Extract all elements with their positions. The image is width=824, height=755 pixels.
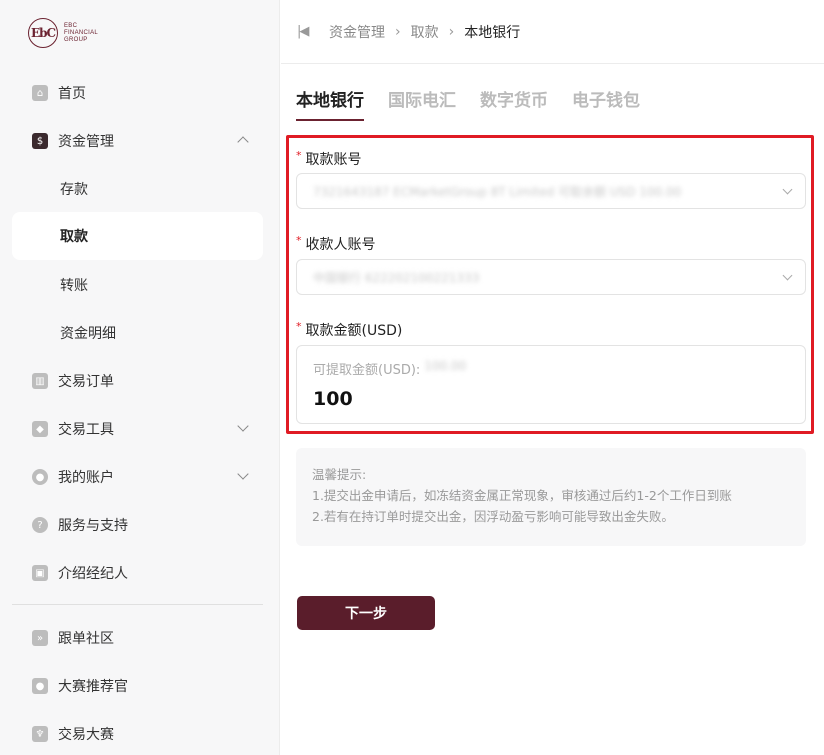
breadcrumb-funds[interactable]: 资金管理 bbox=[329, 22, 385, 42]
withdraw-account-label: * 取款账号 bbox=[296, 149, 362, 169]
tips-line-1: 1.提交出金申请后，如冻结资金属正常现象，审核通过后约1-2个工作日到账 bbox=[312, 488, 732, 503]
sidebar-item-label: 资金管理 bbox=[58, 134, 114, 150]
sidebar: EbC EBC FINANCIAL GROUP ⌂ 首页 $ 资金管理 存款 取… bbox=[0, 0, 280, 755]
chevron-right-icon: › bbox=[448, 23, 455, 40]
withdraw-account-value: 7321643187 ECMarketGroup 8T Limited 可取余额… bbox=[313, 184, 682, 199]
user-icon: ● bbox=[32, 469, 48, 485]
logo-line-1: EBC bbox=[64, 22, 78, 29]
available-amount: 可提取金额(USD): 100.00 bbox=[313, 359, 466, 378]
sidebar-item-home[interactable]: ⌂ 首页 bbox=[12, 70, 263, 116]
required-marker: * bbox=[296, 320, 302, 333]
sidebar-item-label: 首页 bbox=[58, 86, 86, 102]
home-icon: ⌂ bbox=[32, 85, 48, 101]
sidebar-subitem-withdraw[interactable]: 取款 bbox=[12, 212, 263, 260]
label-text: 取款金额(USD) bbox=[305, 323, 403, 339]
sidebar-item-support[interactable]: ? 服务与支持 bbox=[12, 502, 263, 548]
sidebar-item-label: 交易大赛 bbox=[58, 727, 114, 743]
forward-icon: » bbox=[32, 630, 48, 646]
sidebar-item-label: 大赛推荐官 bbox=[58, 679, 128, 695]
required-marker: * bbox=[296, 234, 302, 247]
sidebar-item-label: 我的账户 bbox=[58, 470, 114, 486]
sidebar-item-tools[interactable]: ◆ 交易工具 bbox=[12, 406, 263, 452]
sidebar-subitem-deposit[interactable]: 存款 bbox=[12, 165, 263, 213]
tips-title: 温馨提示: bbox=[312, 467, 367, 482]
payee-account-select[interactable]: 中国银行 622202100221333 bbox=[296, 259, 806, 295]
available-value: 100.00 bbox=[424, 359, 467, 373]
tips-line-2: 2.若有在持订单时提交出金，因浮动盈亏影响可能导致出金失败。 bbox=[312, 509, 674, 524]
chart-icon: ▥ bbox=[32, 373, 48, 389]
label-text: 取款账号 bbox=[305, 152, 362, 168]
sidebar-item-label: 介绍经纪人 bbox=[58, 566, 128, 582]
available-label: 可提取金额(USD): bbox=[313, 363, 421, 378]
help-icon: ? bbox=[32, 517, 48, 533]
sidebar-item-contest-recommender[interactable]: ● 大赛推荐官 bbox=[12, 663, 263, 709]
tab-local-bank[interactable]: 本地银行 bbox=[296, 86, 364, 121]
sidebar-item-label: 跟单社区 bbox=[58, 631, 114, 647]
sidebar-item-label: 转账 bbox=[60, 278, 88, 294]
id-card-icon: ▣ bbox=[32, 565, 48, 581]
amount-label: * 取款金额(USD) bbox=[296, 320, 402, 340]
amount-input[interactable] bbox=[313, 388, 783, 410]
label-text: 收款人账号 bbox=[305, 237, 376, 253]
trophy-icon: ♆ bbox=[32, 726, 48, 742]
cube-icon: ◆ bbox=[32, 421, 48, 437]
sidebar-item-contest[interactable]: ♆ 交易大赛 bbox=[12, 711, 263, 755]
logo-line-2: FINANCIAL bbox=[64, 29, 99, 36]
logo-text: EBC FINANCIAL GROUP bbox=[64, 23, 98, 44]
tab-crypto[interactable]: 数字货币 bbox=[480, 86, 548, 121]
chevron-down-icon bbox=[782, 270, 793, 281]
withdraw-method-tabs: 本地银行 国际电汇 数字货币 电子钱包 bbox=[296, 86, 664, 121]
chevron-right-icon: › bbox=[395, 23, 401, 40]
sidebar-subitem-transfer[interactable]: 转账 bbox=[12, 261, 263, 309]
chevron-down-icon bbox=[237, 468, 249, 480]
sidebar-item-funds[interactable]: $ 资金管理 bbox=[12, 118, 263, 164]
breadcrumb-local-bank: 本地银行 bbox=[464, 24, 521, 41]
topbar: |◀ 资金管理 › 取款 › 本地银行 bbox=[281, 0, 824, 64]
sidebar-item-label: 服务与支持 bbox=[58, 518, 128, 534]
sidebar-item-label: 取款 bbox=[60, 229, 88, 245]
sidebar-item-ib[interactable]: ▣ 介绍经纪人 bbox=[12, 550, 263, 596]
required-marker: * bbox=[296, 149, 302, 162]
sidebar-item-label: 交易工具 bbox=[58, 422, 114, 438]
withdraw-account-select[interactable]: 7321643187 ECMarketGroup 8T Limited 可取余额… bbox=[296, 173, 806, 209]
wallet-icon: $ bbox=[32, 133, 48, 149]
sidebar-item-orders[interactable]: ▥ 交易订单 bbox=[12, 358, 263, 404]
chevron-up-icon bbox=[237, 136, 249, 148]
logo-mark: EbC bbox=[28, 18, 58, 48]
sidebar-item-label: 资金明细 bbox=[60, 326, 116, 342]
collapse-sidebar-icon[interactable]: |◀ bbox=[297, 24, 315, 40]
amount-field[interactable]: 可提取金额(USD): 100.00 bbox=[296, 345, 806, 424]
payee-account-label: * 收款人账号 bbox=[296, 234, 376, 254]
breadcrumb-withdraw[interactable]: 取款 bbox=[411, 22, 439, 42]
sidebar-item-account[interactable]: ● 我的账户 bbox=[12, 454, 263, 500]
chevron-down-icon bbox=[237, 420, 249, 432]
sidebar-subitem-fund-details[interactable]: 资金明细 bbox=[12, 309, 263, 357]
logo-line-3: GROUP bbox=[64, 36, 88, 43]
ebc-logo[interactable]: EbC EBC FINANCIAL GROUP bbox=[28, 18, 98, 48]
tab-e-wallet[interactable]: 电子钱包 bbox=[572, 86, 640, 121]
sidebar-divider bbox=[12, 604, 263, 605]
next-step-button[interactable]: 下一步 bbox=[297, 596, 435, 630]
chevron-down-icon bbox=[782, 184, 793, 195]
tips-panel: 温馨提示: 1.提交出金申请后，如冻结资金属正常现象，审核通过后约1-2个工作日… bbox=[296, 448, 806, 546]
tab-wire-transfer[interactable]: 国际电汇 bbox=[388, 86, 456, 121]
sidebar-item-copy-trading[interactable]: » 跟单社区 bbox=[12, 615, 263, 661]
sidebar-item-label: 交易订单 bbox=[58, 374, 114, 390]
payee-account-value: 中国银行 622202100221333 bbox=[313, 270, 480, 285]
person-badge-icon: ● bbox=[32, 678, 48, 694]
sidebar-item-label: 存款 bbox=[60, 182, 88, 198]
